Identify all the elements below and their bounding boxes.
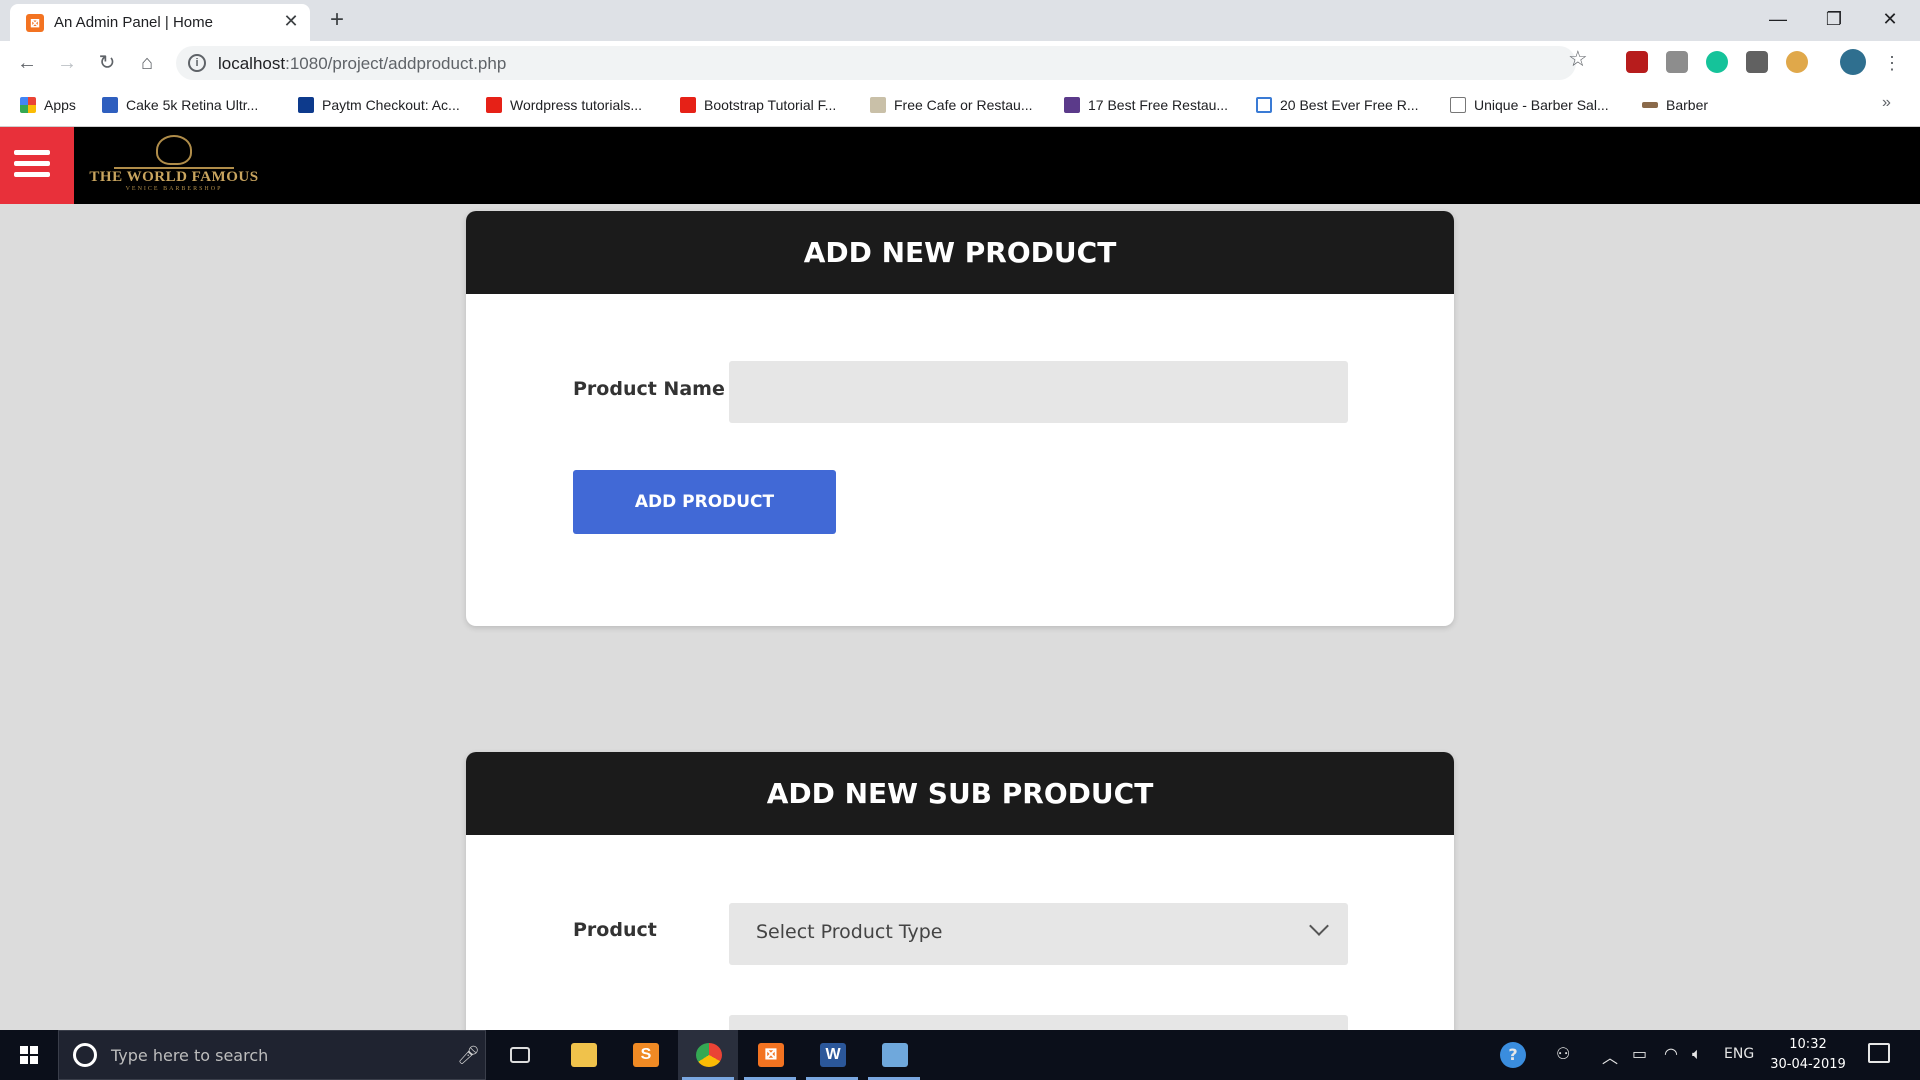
xampp-button[interactable]: ⊠ bbox=[740, 1030, 800, 1080]
windows-taskbar: Type here to search 🎤︎ S ⊠ W ? ⚇ ︿ ▭ ◠ 🔈… bbox=[0, 1030, 1920, 1080]
close-window-button[interactable]: ✕ bbox=[1862, 0, 1918, 40]
cookie-extension-icon[interactable] bbox=[1786, 51, 1808, 73]
word-button[interactable]: W bbox=[802, 1030, 862, 1080]
cortana-icon bbox=[73, 1043, 97, 1067]
windows-logo-icon bbox=[20, 1046, 38, 1064]
bookmark-item[interactable]: Paytm Checkout: Ac... bbox=[298, 97, 460, 113]
menu-kebab-icon[interactable]: ⋮ bbox=[1878, 49, 1906, 77]
cube-icon bbox=[882, 1043, 908, 1067]
browser-tab[interactable]: ⊠ An Admin Panel | Home ✕ bbox=[10, 4, 310, 41]
sublime-text-button[interactable]: S bbox=[615, 1030, 675, 1080]
task-view-button[interactable] bbox=[490, 1030, 550, 1080]
youtube-icon bbox=[486, 97, 502, 113]
chevron-down-icon bbox=[1309, 916, 1329, 936]
browser-tabstrip: ⊠ An Admin Panel | Home ✕ + — ❐ ✕ bbox=[0, 0, 1920, 41]
virtualbox-button[interactable] bbox=[864, 1030, 924, 1080]
crest-icon bbox=[156, 135, 192, 165]
taskbar-search-box[interactable]: Type here to search 🎤︎ bbox=[58, 1030, 486, 1080]
paytm-icon bbox=[298, 97, 314, 113]
address-bar[interactable]: i localhost:1080/project/addproduct.php bbox=[176, 46, 1576, 80]
word-icon: W bbox=[820, 1043, 846, 1067]
battery-icon[interactable]: ▭ bbox=[1632, 1044, 1647, 1063]
url-text: localhost:1080/project/addproduct.php bbox=[218, 54, 507, 73]
bookmark-star-icon[interactable]: ☆ bbox=[1568, 46, 1588, 72]
card-title: ADD NEW PRODUCT bbox=[466, 211, 1454, 294]
new-tab-button[interactable]: + bbox=[323, 6, 351, 34]
chevron-up-icon[interactable]: ︿ bbox=[1602, 1044, 1618, 1068]
tab-title: An Admin Panel | Home bbox=[54, 14, 213, 31]
bookmark-item[interactable]: Barber bbox=[1642, 97, 1708, 113]
folder-icon bbox=[571, 1043, 597, 1067]
task-view-icon bbox=[510, 1047, 530, 1063]
microphone-icon[interactable]: 🎤︎ bbox=[457, 1045, 480, 1066]
sub-product-field[interactable] bbox=[729, 1015, 1348, 1030]
action-center-icon[interactable] bbox=[1868, 1043, 1890, 1063]
chrome-button[interactable] bbox=[678, 1030, 738, 1080]
profile-avatar[interactable] bbox=[1840, 49, 1866, 75]
add-product-button[interactable]: ADD PRODUCT bbox=[573, 470, 836, 534]
add-sub-product-card: ADD NEW SUB PRODUCT Product Select Produ… bbox=[466, 752, 1454, 1030]
page-icon bbox=[1450, 97, 1466, 113]
info-icon[interactable]: i bbox=[188, 54, 206, 72]
bookmark-item[interactable]: Cake 5k Retina Ultr... bbox=[102, 97, 258, 113]
forward-arrow-icon[interactable]: → bbox=[53, 49, 81, 77]
xampp-icon: ⊠ bbox=[758, 1043, 784, 1067]
start-button[interactable] bbox=[0, 1030, 58, 1080]
site-header: THE WORLD FAMOUS VENICE BARBERSHOP bbox=[0, 127, 1920, 204]
reload-icon[interactable]: ↻ bbox=[93, 49, 121, 77]
system-clock[interactable]: 10:32 30-04-2019 bbox=[1768, 1035, 1848, 1075]
people-icon[interactable]: ⚇ bbox=[1556, 1044, 1570, 1063]
chrome-icon bbox=[696, 1043, 722, 1067]
page-viewport: THE WORLD FAMOUS VENICE BARBERSHOP ADD N… bbox=[0, 127, 1920, 1030]
select-value: Select Product Type bbox=[756, 921, 943, 943]
card-title: ADD NEW SUB PRODUCT bbox=[466, 752, 1454, 835]
bookmark-item[interactable]: Unique - Barber Sal... bbox=[1450, 97, 1609, 113]
bookmark-item[interactable]: Wordpress tutorials... bbox=[486, 97, 642, 113]
shield-extension-icon[interactable] bbox=[1626, 51, 1648, 73]
bookmarks-overflow-icon[interactable]: » bbox=[1882, 94, 1891, 112]
add-product-card: ADD NEW PRODUCT Product Name ADD PRODUCT bbox=[466, 211, 1454, 626]
bookmark-item[interactable]: Free Cafe or Restau... bbox=[870, 97, 1033, 113]
colorlib-icon bbox=[1064, 97, 1080, 113]
language-indicator[interactable]: ENG bbox=[1724, 1046, 1754, 1062]
home-icon[interactable]: ⌂ bbox=[133, 49, 161, 77]
help-icon[interactable]: ? bbox=[1500, 1042, 1526, 1068]
xampp-icon: ⊠ bbox=[26, 14, 44, 32]
site-icon bbox=[102, 97, 118, 113]
bookmark-apps[interactable]: Apps bbox=[20, 97, 76, 113]
product-type-select[interactable]: Select Product Type bbox=[729, 903, 1348, 965]
bookmarks-bar: Apps Cake 5k Retina Ultr... Paytm Checko… bbox=[0, 85, 1920, 127]
close-tab-icon[interactable]: ✕ bbox=[280, 10, 302, 32]
product-name-input[interactable] bbox=[729, 361, 1348, 423]
sublime-icon: S bbox=[633, 1043, 659, 1067]
restore-button[interactable]: ❐ bbox=[1806, 0, 1862, 40]
product-label: Product bbox=[573, 919, 657, 941]
bookmark-item[interactable]: 17 Best Free Restau... bbox=[1064, 97, 1228, 113]
grammarly-extension-icon[interactable] bbox=[1706, 51, 1728, 73]
extension-badge-icon[interactable] bbox=[1746, 51, 1768, 73]
product-name-label: Product Name bbox=[573, 378, 725, 400]
hamburger-menu-button[interactable] bbox=[0, 127, 74, 204]
youtube-icon bbox=[680, 97, 696, 113]
bookmark-item[interactable]: 20 Best Ever Free R... bbox=[1256, 97, 1419, 113]
site-logo[interactable]: THE WORLD FAMOUS VENICE BARBERSHOP bbox=[84, 133, 264, 197]
minimize-button[interactable]: — bbox=[1750, 0, 1806, 40]
apps-grid-icon bbox=[20, 97, 36, 113]
site-icon bbox=[1256, 97, 1272, 113]
mustache-icon bbox=[1642, 102, 1658, 108]
file-explorer-button[interactable] bbox=[553, 1030, 613, 1080]
eyedropper-extension-icon[interactable] bbox=[1666, 51, 1688, 73]
browser-toolbar: ← → ↻ ⌂ i localhost:1080/project/addprod… bbox=[0, 41, 1920, 85]
wifi-icon[interactable]: ◠ bbox=[1664, 1044, 1678, 1063]
site-icon bbox=[870, 97, 886, 113]
bookmark-item[interactable]: Bootstrap Tutorial F... bbox=[680, 97, 836, 113]
back-arrow-icon[interactable]: ← bbox=[13, 49, 41, 77]
volume-icon[interactable]: 🔈︎ bbox=[1692, 1044, 1702, 1064]
